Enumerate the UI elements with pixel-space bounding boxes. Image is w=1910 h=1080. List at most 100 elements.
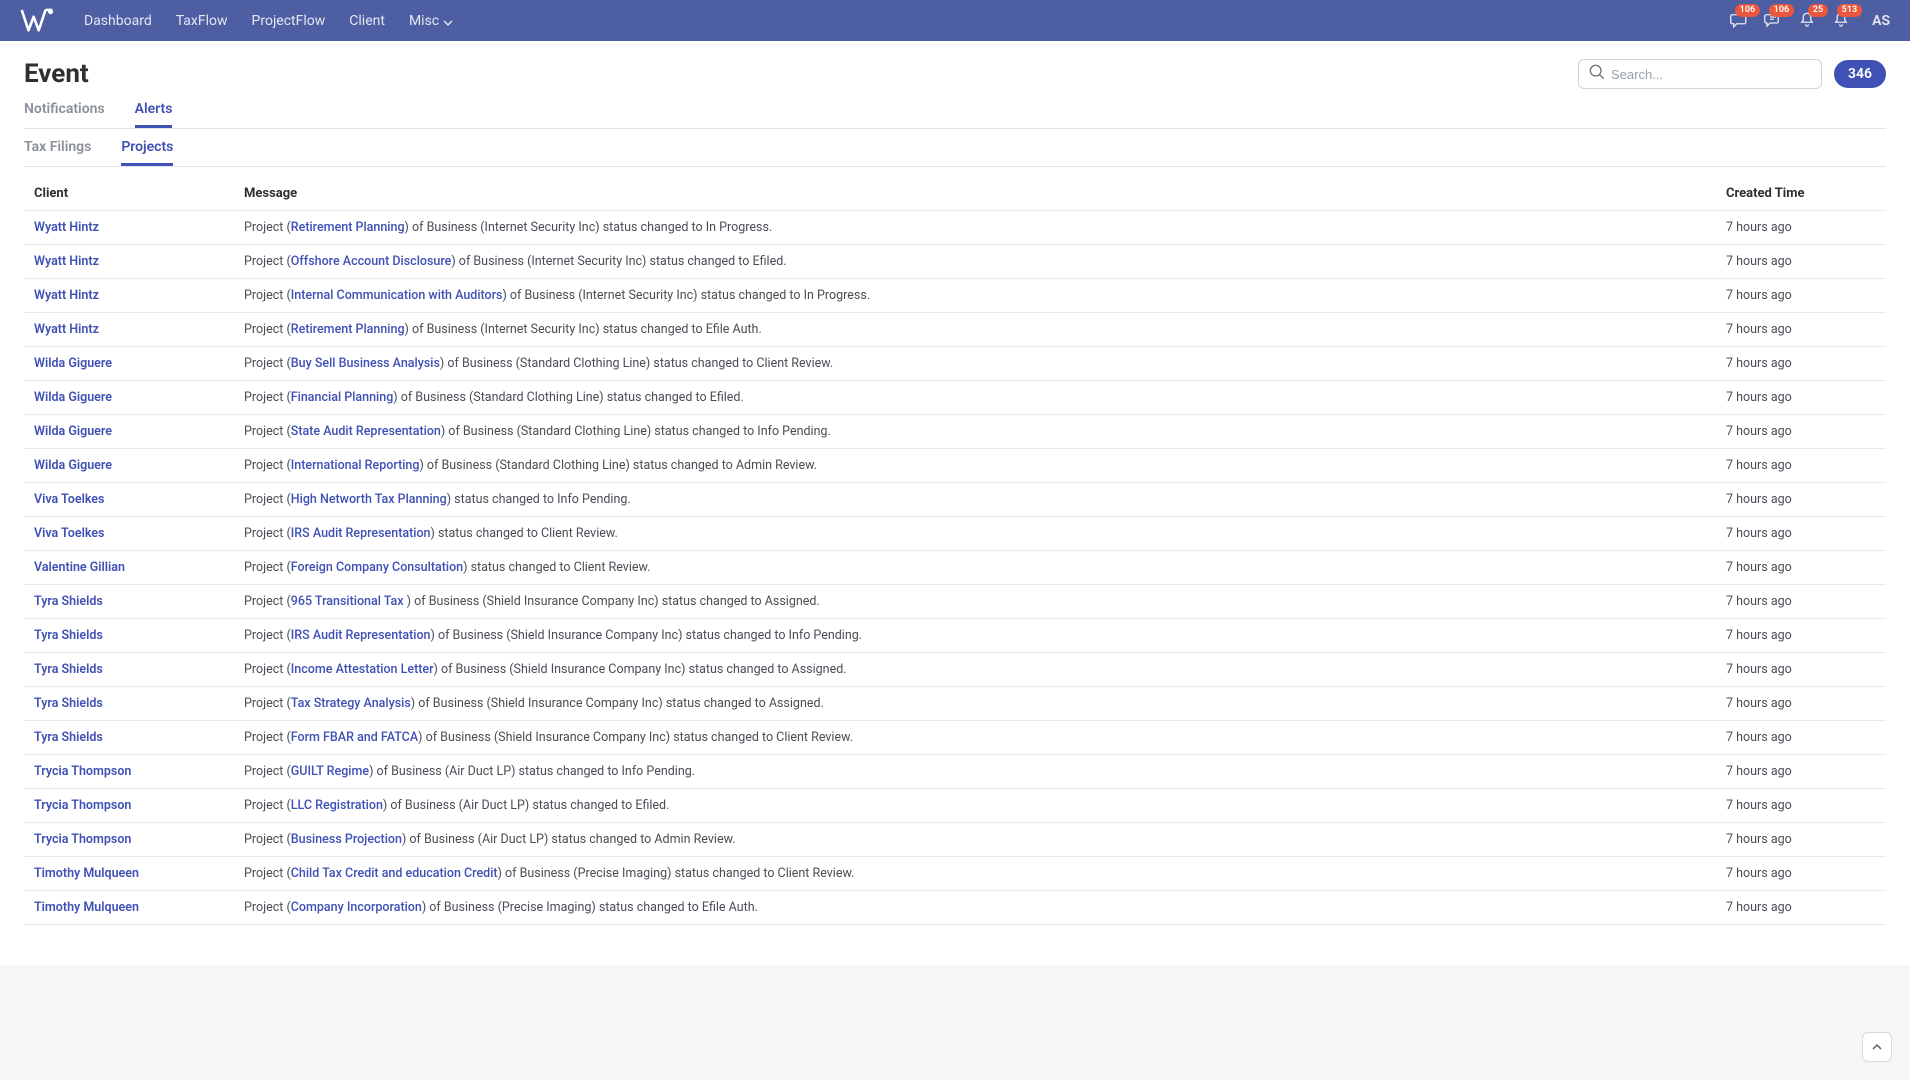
project-link[interactable]: Business Projection bbox=[291, 832, 402, 847]
project-link[interactable]: Tax Strategy Analysis bbox=[291, 696, 411, 711]
created-time: 7 hours ago bbox=[1726, 730, 1876, 745]
created-time: 7 hours ago bbox=[1726, 526, 1876, 541]
client-link[interactable]: Valentine Gillian bbox=[34, 560, 125, 575]
project-link[interactable]: Form FBAR and FATCA bbox=[291, 730, 418, 745]
page-head: Event 346 bbox=[24, 59, 1886, 89]
project-link[interactable]: Income Attestation Letter bbox=[291, 662, 434, 677]
project-link[interactable]: IRS Audit Representation bbox=[291, 526, 431, 541]
client-link[interactable]: Wyatt Hintz bbox=[34, 220, 99, 235]
client-link[interactable]: Wilda Giguere bbox=[34, 458, 112, 473]
table-row: Wilda Giguere Project (Financial Planning… bbox=[24, 381, 1886, 415]
subtab-projects[interactable]: Projects bbox=[121, 139, 173, 166]
project-link[interactable]: High Networth Tax Planning bbox=[291, 492, 447, 507]
client-link[interactable]: Tyra Shields bbox=[34, 730, 103, 745]
message-cell: Project (Retirement Planning) of Busines… bbox=[244, 322, 1726, 337]
project-link[interactable]: Financial Planning bbox=[291, 390, 394, 405]
tab-notifications[interactable]: Notifications bbox=[24, 101, 105, 128]
bell-badge-1: 25 bbox=[1808, 4, 1828, 17]
table-row: Tyra ShieldsProject (965 Transitional Ta… bbox=[24, 585, 1886, 619]
nav-misc-label: Misc bbox=[409, 13, 439, 29]
message-cell: Project (Income Attestation Letter) of B… bbox=[244, 662, 1726, 677]
project-link[interactable]: State Audit Representation bbox=[291, 424, 441, 439]
client-link[interactable]: Trycia Thompson bbox=[34, 764, 131, 779]
nav-dashboard[interactable]: Dashboard bbox=[84, 13, 152, 29]
project-link[interactable]: Buy Sell Business Analysis bbox=[291, 356, 440, 371]
client-link[interactable]: Tyra Shields bbox=[34, 594, 103, 609]
divider bbox=[24, 166, 1886, 167]
table-row: Wilda GiguereProject (State Audit Repres… bbox=[24, 415, 1886, 449]
client-link[interactable]: Trycia Thompson bbox=[34, 832, 131, 847]
table-row: Tyra ShieldsProject (IRS Audit Represent… bbox=[24, 619, 1886, 653]
created-time: 7 hours ago bbox=[1726, 560, 1876, 575]
main-nav: Dashboard TaxFlow ProjectFlow Client Mis… bbox=[84, 13, 453, 29]
table-row: Trycia Thompson Project (GUILT Regime) of… bbox=[24, 755, 1886, 789]
table-row: Valentine Gillian Project (Foreign Compan… bbox=[24, 551, 1886, 585]
search-icon bbox=[1589, 64, 1611, 84]
message-cell: Project (GUILT Regime) of Business (Air … bbox=[244, 764, 1726, 779]
scroll-top-button[interactable] bbox=[1862, 1032, 1892, 1062]
message-cell: Project (Form FBAR and FATCA) of Busines… bbox=[244, 730, 1726, 745]
project-link[interactable]: LLC Registration bbox=[291, 798, 383, 813]
client-link[interactable]: Viva Toelkes bbox=[34, 492, 104, 507]
created-time: 7 hours ago bbox=[1726, 628, 1876, 643]
created-time: 7 hours ago bbox=[1726, 900, 1876, 915]
project-link[interactable]: Retirement Planning bbox=[291, 220, 405, 235]
project-link[interactable]: IRS Audit Representation bbox=[291, 628, 431, 643]
client-link[interactable]: Wyatt Hintz bbox=[34, 288, 99, 303]
client-link[interactable]: Tyra Shields bbox=[34, 696, 103, 711]
col-created-time: Created Time bbox=[1726, 186, 1876, 201]
project-link[interactable]: International Reporting bbox=[291, 458, 420, 473]
message-cell: Project (Business Projection) of Busines… bbox=[244, 832, 1726, 847]
subtab-tax-filings[interactable]: Tax Filings bbox=[24, 139, 91, 166]
nav-taxflow[interactable]: TaxFlow bbox=[176, 13, 228, 29]
client-link[interactable]: Timothy Mulqueen bbox=[34, 900, 139, 915]
client-link[interactable]: Tyra Shields bbox=[34, 628, 103, 643]
client-link[interactable]: Tyra Shields bbox=[34, 662, 103, 677]
search-input[interactable] bbox=[1611, 67, 1811, 82]
client-link[interactable]: Trycia Thompson bbox=[34, 798, 131, 813]
message-cell: Project (Company Incorporation) of Busin… bbox=[244, 900, 1726, 915]
created-time: 7 hours ago bbox=[1726, 424, 1876, 439]
client-link[interactable]: Timothy Mulqueen bbox=[34, 866, 139, 881]
client-link[interactable]: Wilda Giguere bbox=[34, 356, 112, 371]
project-link[interactable]: Foreign Company Consultation bbox=[291, 560, 463, 575]
tab-alerts[interactable]: Alerts bbox=[135, 101, 173, 128]
client-link[interactable]: Wyatt Hintz bbox=[34, 254, 99, 269]
created-time: 7 hours ago bbox=[1726, 662, 1876, 677]
project-link[interactable]: GUILT Regime bbox=[291, 764, 369, 779]
bell-icon-1[interactable]: 25 bbox=[1798, 11, 1818, 31]
table-row: Trycia Thompson Project (Business Project… bbox=[24, 823, 1886, 857]
chat-badge-2: 106 bbox=[1769, 4, 1794, 17]
message-cell: Project (Financial Planning) of Business… bbox=[244, 390, 1726, 405]
nav-client[interactable]: Client bbox=[349, 13, 385, 29]
app-logo[interactable] bbox=[20, 7, 54, 35]
page-content: Event 346 Notifications Alerts Tax Filing… bbox=[0, 41, 1910, 965]
message-cell: Project (Foreign Company Consultation) s… bbox=[244, 560, 1726, 575]
client-link[interactable]: Wyatt Hintz bbox=[34, 322, 99, 337]
created-time: 7 hours ago bbox=[1726, 390, 1876, 405]
nav-projectflow[interactable]: ProjectFlow bbox=[252, 13, 326, 29]
col-client: Client bbox=[34, 186, 244, 201]
table-row: Wyatt HintzProject (Offshore Account Dis… bbox=[24, 245, 1886, 279]
project-link[interactable]: 965 Transitional Tax bbox=[291, 594, 407, 609]
client-link[interactable]: Wilda Giguere bbox=[34, 424, 112, 439]
page-title: Event bbox=[24, 59, 89, 89]
bell-icon-2[interactable]: 513 bbox=[1832, 11, 1852, 31]
user-initials[interactable]: AS bbox=[1872, 13, 1890, 29]
chat-icon-2[interactable]: 106 bbox=[1764, 11, 1784, 31]
project-link[interactable]: Offshore Account Disclosure bbox=[291, 254, 452, 269]
project-link[interactable]: Child Tax Credit and education Credit bbox=[291, 866, 498, 881]
client-link[interactable]: Viva Toelkes bbox=[34, 526, 104, 541]
header-right: 106 106 25 513 AS bbox=[1730, 11, 1890, 31]
nav-misc[interactable]: Misc bbox=[409, 13, 453, 29]
chat-icon-1[interactable]: 106 bbox=[1730, 11, 1750, 31]
message-cell: Project (IRS Audit Representation) statu… bbox=[244, 526, 1726, 541]
created-time: 7 hours ago bbox=[1726, 696, 1876, 711]
project-link[interactable]: Internal Communication with Auditors bbox=[291, 288, 503, 303]
project-link[interactable]: Retirement Planning bbox=[291, 322, 405, 337]
search-box[interactable] bbox=[1578, 59, 1822, 89]
client-link[interactable]: Wilda Giguere bbox=[34, 390, 112, 405]
created-time: 7 hours ago bbox=[1726, 866, 1876, 881]
divider bbox=[24, 128, 1886, 129]
project-link[interactable]: Company Incorporation bbox=[291, 900, 422, 915]
